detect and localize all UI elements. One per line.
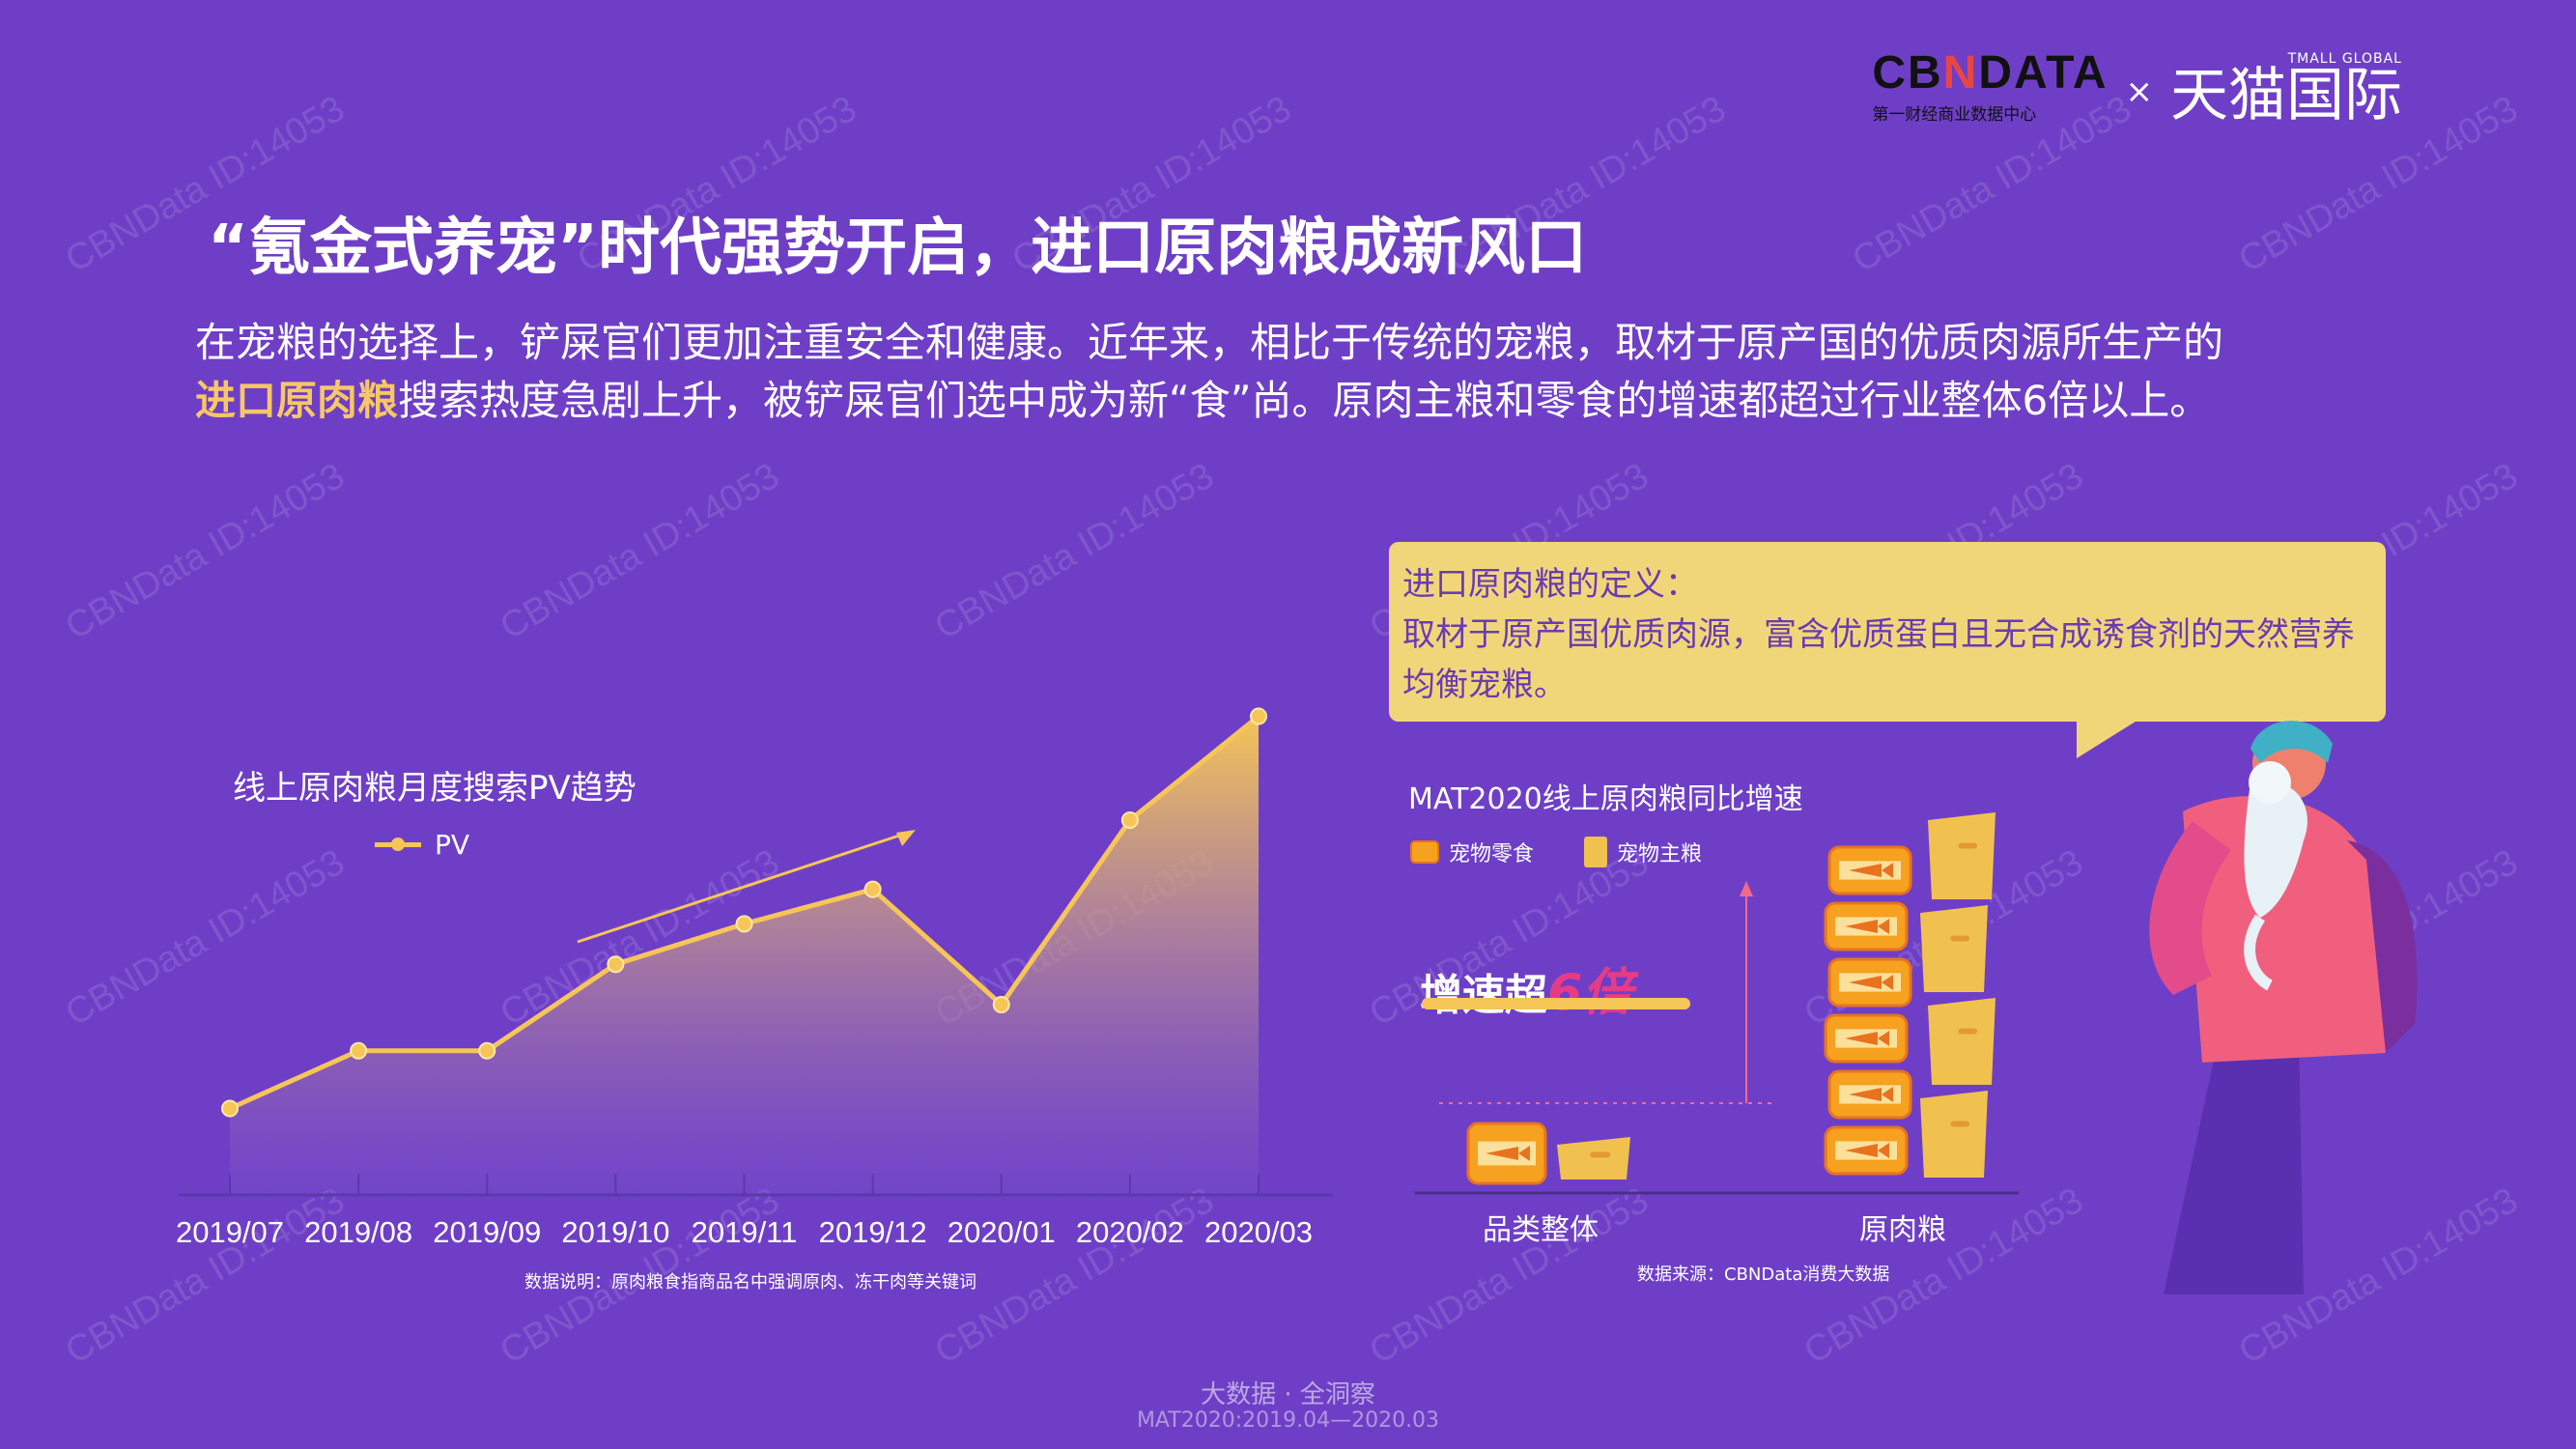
growth-chart-note: 数据来源：CBNData消费大数据 <box>1637 1264 1890 1285</box>
snack-can <box>1824 1125 1909 1176</box>
staple-bag <box>1928 812 1996 899</box>
cat-head <box>2249 761 2291 804</box>
speed-underline <box>1422 998 1690 1009</box>
snack-can <box>1827 1069 1912 1120</box>
footer-slogan: 大数据 · 全洞察 <box>1201 1380 1375 1409</box>
speed-annotation-number: 6倍 <box>1547 964 1633 1022</box>
person-with-cat-illustration <box>2149 721 2418 1294</box>
category-label-rawmeat: 原肉粮 <box>1859 1213 1946 1247</box>
slide: CBNData ID:14053 CBNData ID:14053 CBNDat… <box>0 0 2576 1449</box>
snack-can <box>1827 845 1912 895</box>
person-legs <box>2164 1024 2304 1294</box>
staple-bag <box>1928 998 1996 1085</box>
staple-bag <box>1557 1137 1630 1179</box>
snack-can <box>1827 957 1912 1008</box>
staple-bag <box>1920 905 1988 992</box>
staple-bag <box>1920 1091 1988 1178</box>
snack-can <box>1824 901 1909 952</box>
snack-can <box>1824 1013 1909 1064</box>
snack-can <box>1466 1122 1547 1185</box>
speed-annotation: 增速超6倍 <box>1420 964 1633 1022</box>
category-label-overall: 品类整体 <box>1483 1213 1599 1247</box>
footer-period: MAT2020:2019.04—2020.03 <box>1136 1408 1440 1433</box>
growth-arrow-head <box>1740 881 1753 896</box>
